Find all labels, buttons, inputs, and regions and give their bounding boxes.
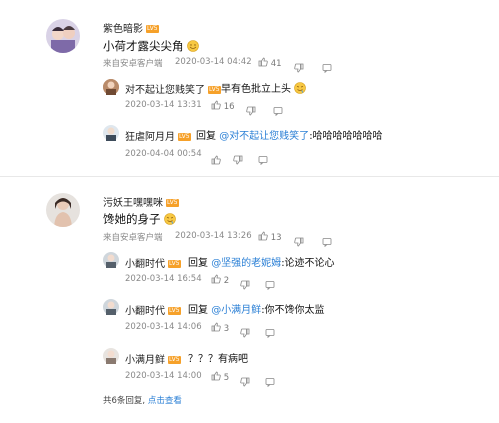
thumbs-up-icon — [211, 322, 221, 332]
reply-button[interactable] — [322, 231, 332, 250]
level-badge: LV5 — [168, 356, 181, 364]
thumbs-down-icon — [294, 237, 304, 247]
reply-text: 回复 @坚强的老妮姆:论迹不论心 — [188, 258, 335, 269]
level-badge: LV5 — [168, 260, 181, 268]
comment-icon — [265, 378, 275, 387]
thumbs-up-icon — [258, 231, 268, 241]
avatar[interactable] — [103, 348, 119, 364]
like-button[interactable]: 16 — [211, 100, 235, 112]
mention-link[interactable]: @对不起让您贱笑了 — [219, 131, 309, 142]
reply-username[interactable]: 小满月鲜 LV5 — [125, 351, 181, 366]
thumbs-up-icon — [211, 274, 221, 284]
comment-username[interactable]: 紫色暗影 LV5 — [103, 20, 159, 35]
comment-icon — [258, 156, 268, 165]
avatar[interactable] — [103, 252, 119, 268]
reply-total: 共6条回复, — [103, 396, 146, 406]
comment-username[interactable]: 污妖王嘿嘿咪 LV5 — [103, 194, 179, 209]
thumbs-down-icon — [240, 328, 250, 338]
thumbs-down-icon — [240, 377, 250, 387]
comment-icon — [322, 64, 332, 73]
thumbs-down-button[interactable] — [240, 322, 250, 341]
reply-username[interactable]: 小翻时代 LV5 — [125, 302, 181, 317]
reply-username[interactable]: 小翻时代 LV5 — [125, 255, 181, 270]
avatar[interactable] — [46, 19, 80, 53]
thumbs-down-button[interactable] — [246, 100, 256, 119]
reply-date: 2020-03-14 14:06 — [125, 322, 202, 332]
thumbs-down-icon — [246, 106, 256, 116]
reply-text: 早有色批立上头 — [221, 80, 306, 95]
view-more-link[interactable]: 点击查看 — [148, 396, 182, 406]
comment-icon — [265, 329, 275, 338]
reply-button[interactable] — [265, 274, 275, 293]
avatar[interactable] — [103, 79, 119, 95]
comment-text: 小荷才露尖尖角 — [103, 38, 199, 54]
like-count: 13 — [270, 233, 282, 243]
reply-text: 回复 @对不起让您贱笑了:哈哈哈哈哈哈哈 — [196, 131, 383, 142]
divider — [0, 176, 499, 177]
reply-button[interactable] — [265, 322, 275, 341]
thumbs-down-icon — [233, 155, 243, 165]
level-badge: LV5 — [166, 199, 179, 207]
like-button[interactable]: 5 — [211, 371, 229, 383]
reply-username[interactable]: 对不起让您贱笑了 LV5 — [125, 81, 221, 96]
thumbs-up-icon — [211, 371, 221, 381]
reply-button[interactable] — [265, 371, 275, 390]
reply-text: ？？？有病吧 — [188, 354, 248, 365]
like-button[interactable]: 2 — [211, 274, 229, 286]
level-badge: LV5 — [208, 86, 221, 94]
comment-source: 来自安卓客户端 — [103, 233, 163, 243]
comment-icon — [322, 238, 332, 247]
reply-button[interactable] — [258, 149, 268, 168]
reply-date: 2020-03-14 13:31 — [125, 100, 202, 110]
thumbs-down-button[interactable] — [294, 57, 304, 76]
thumbs-down-button[interactable] — [240, 371, 250, 390]
comment-date: 2020-03-14 04:42 — [175, 57, 252, 67]
avatar[interactable] — [103, 299, 119, 315]
reply-date: 2020-03-14 16:54 — [125, 274, 202, 284]
smile-emoji-icon — [187, 40, 199, 52]
reply-date: 2020-04-04 00:54 — [125, 149, 202, 159]
thumbs-down-button[interactable] — [240, 274, 250, 293]
reply-date: 2020-03-14 14:00 — [125, 371, 202, 381]
like-count: 2 — [223, 276, 230, 286]
mention-link[interactable]: @坚强的老妮姆 — [211, 258, 281, 269]
level-badge: LV5 — [146, 25, 159, 33]
like-count: 3 — [223, 324, 230, 334]
comment-text: 馋她的身子 — [103, 211, 176, 227]
comment-source: 来自安卓客户端 — [103, 59, 163, 69]
like-count: 41 — [270, 59, 282, 69]
like-button[interactable]: 41 — [258, 57, 282, 69]
mention-link[interactable]: @小满月鲜 — [211, 305, 261, 316]
thumbs-up-icon — [258, 57, 268, 67]
level-badge: LV5 — [178, 133, 191, 141]
thumbs-down-button[interactable] — [294, 231, 304, 250]
drool-emoji-icon — [164, 213, 176, 225]
like-button[interactable] — [211, 149, 221, 168]
like-button[interactable]: 3 — [211, 322, 229, 334]
avatar[interactable] — [46, 193, 80, 227]
thumbs-up-icon — [211, 155, 221, 165]
drool-emoji-icon — [294, 82, 306, 94]
reply-username[interactable]: 狂虐阿月月 LV5 — [125, 128, 191, 143]
like-count: 16 — [223, 102, 235, 112]
comment-date: 2020-03-14 13:26 — [175, 231, 252, 241]
thumbs-down-icon — [294, 63, 304, 73]
reply-button[interactable] — [273, 100, 283, 119]
reply-button[interactable] — [322, 57, 332, 76]
thumbs-down-button[interactable] — [233, 149, 243, 168]
reply-text: 回复 @小满月鲜:你不馋你太监 — [188, 305, 325, 316]
more-replies: 共6条回复, 点击查看 — [103, 394, 182, 406]
comment-icon — [265, 281, 275, 290]
avatar[interactable] — [103, 125, 119, 141]
like-count: 5 — [223, 373, 230, 383]
comment-icon — [273, 107, 283, 116]
level-badge: LV5 — [168, 307, 181, 315]
thumbs-down-icon — [240, 280, 250, 290]
like-button[interactable]: 13 — [258, 231, 282, 243]
thumbs-up-icon — [211, 100, 221, 110]
